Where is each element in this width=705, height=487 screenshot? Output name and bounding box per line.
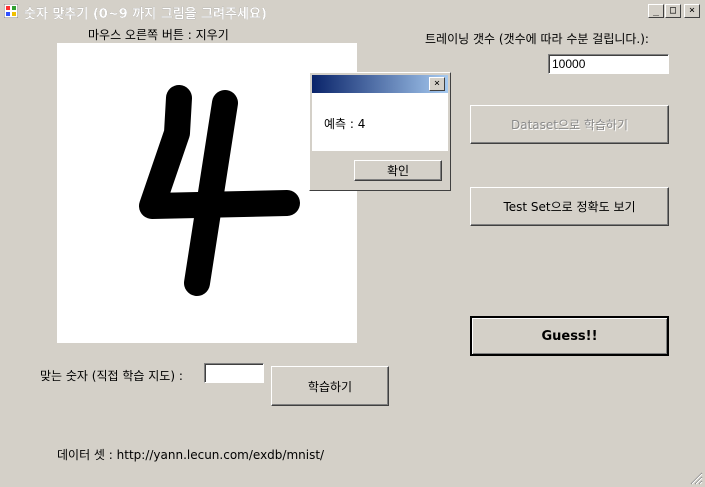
guess-button[interactable]: Guess!!: [470, 316, 669, 356]
testset-accuracy-label: Test Set으로 정확도 보기: [503, 200, 636, 214]
title-bar: 숫자 맞추기 (0~9 까지 그림을 그려주세요) _ □ ×: [0, 0, 705, 22]
canvas-hint-label: 마우스 오른쪽 버튼 : 지우기: [88, 28, 229, 42]
resize-grip-icon[interactable]: [689, 471, 703, 485]
dataset-train-label: Dataset으로 학습하기: [510, 118, 629, 132]
dialog-close-button[interactable]: ×: [429, 77, 445, 91]
testset-accuracy-button[interactable]: Test Set으로 정확도 보기: [470, 187, 669, 226]
learn-label: 학습하기: [307, 379, 353, 394]
prediction-message: 예측 : 4: [324, 117, 366, 131]
dialog-ok-label: 확인: [386, 164, 410, 178]
dataset-train-button[interactable]: Dataset으로 학습하기: [470, 105, 669, 144]
guess-label: Guess!!: [541, 328, 598, 344]
close-button[interactable]: ×: [684, 4, 700, 18]
training-count-input[interactable]: [548, 54, 669, 74]
close-icon: ×: [433, 78, 441, 89]
dialog-title-bar: ×: [312, 75, 448, 93]
app-icon: [4, 4, 18, 18]
learn-button[interactable]: 학습하기: [271, 366, 389, 406]
minimize-icon: _: [652, 5, 660, 16]
minimize-button[interactable]: _: [648, 4, 664, 18]
maximize-button[interactable]: □: [665, 4, 681, 18]
dialog-ok-button[interactable]: 확인: [354, 160, 442, 181]
correct-digit-input[interactable]: [204, 363, 264, 383]
training-count-label: 트레이닝 갯수 (갯수에 따라 수분 걸립니다.):: [425, 32, 649, 46]
window-title: 숫자 맞추기 (0~9 까지 그림을 그려주세요): [24, 7, 267, 22]
maximize-icon: □: [669, 5, 677, 16]
dialog-body: 예측 : 4: [312, 93, 448, 151]
dataset-source-text: 데이터 셋 : http://yann.lecun.com/exdb/mnist…: [57, 448, 325, 462]
close-icon: ×: [688, 5, 696, 16]
prediction-dialog: × 예측 : 4 확인: [309, 72, 451, 191]
correct-digit-label: 맞는 숫자 (직접 학습 지도) :: [40, 369, 183, 383]
